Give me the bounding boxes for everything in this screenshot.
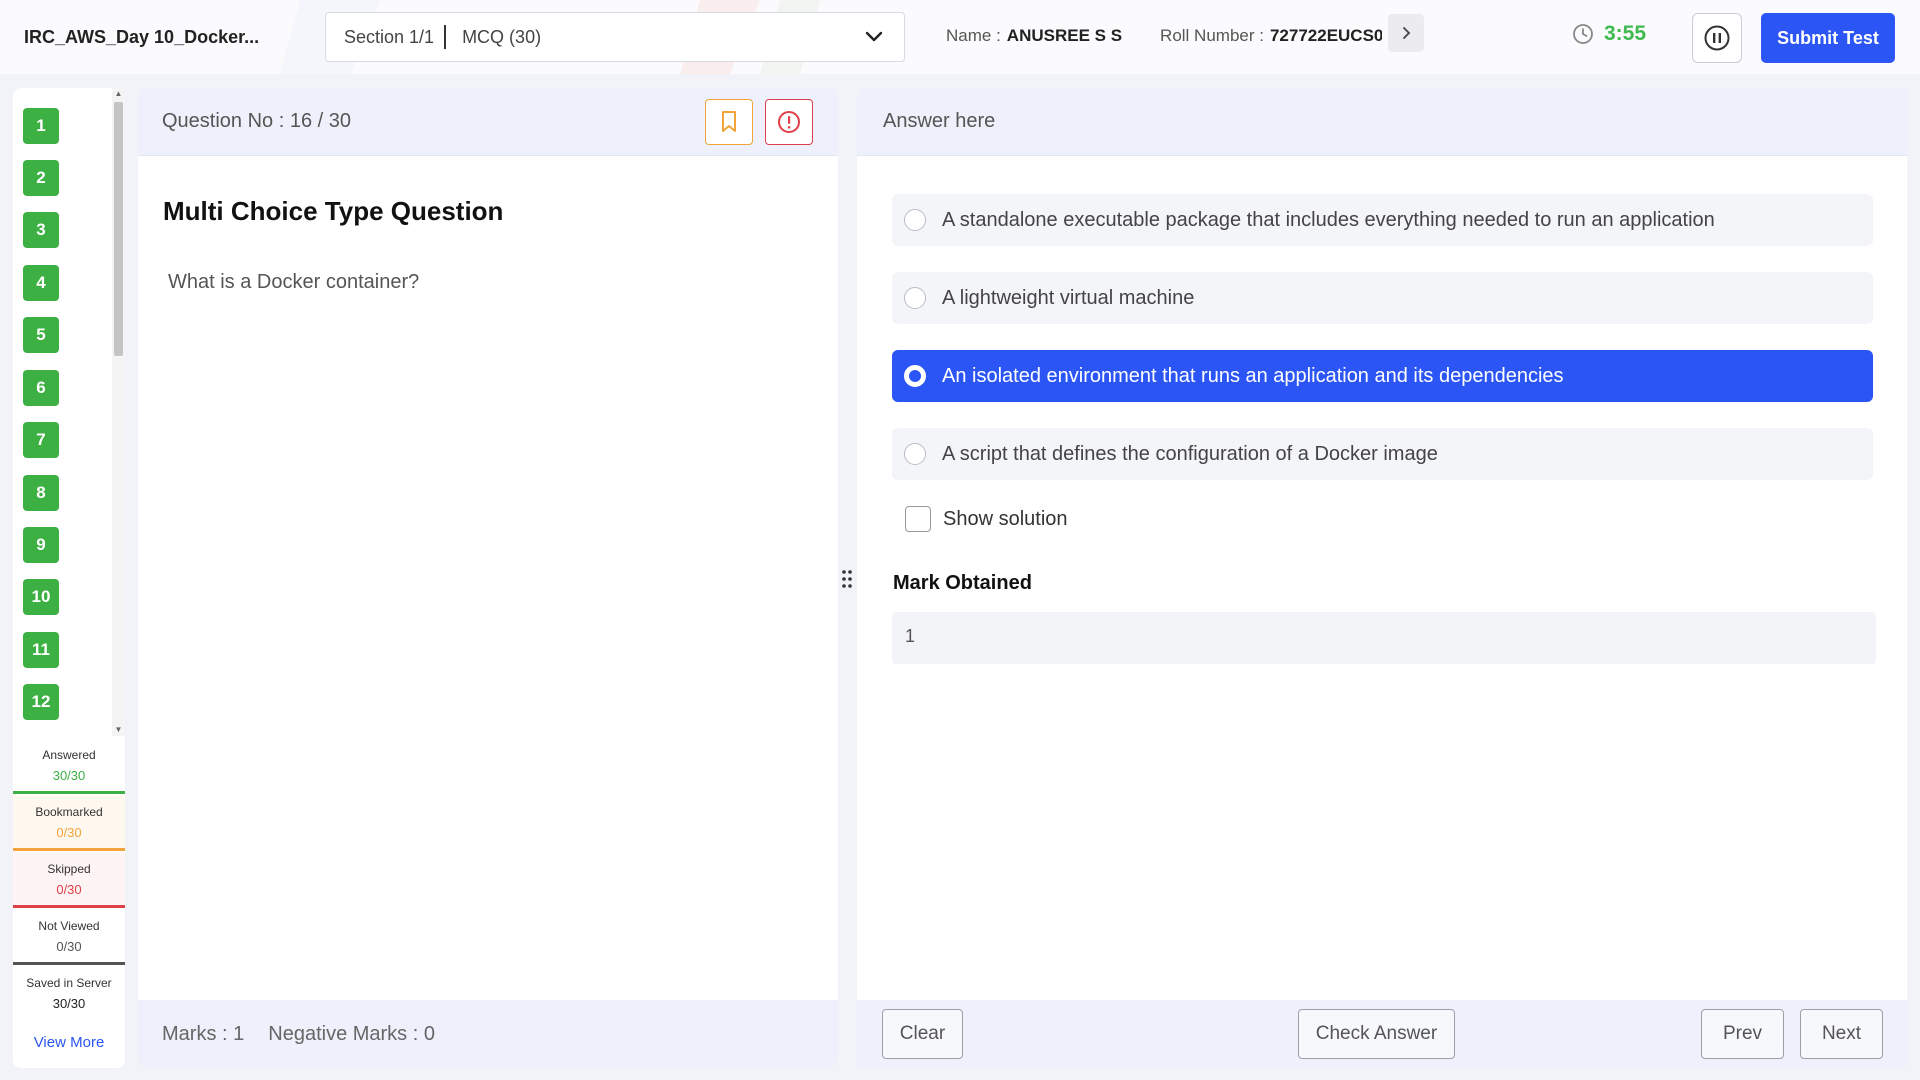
question-button-1[interactable]: 1 bbox=[23, 108, 59, 144]
stat-not-viewed: Not Viewed 0/30 bbox=[13, 909, 125, 965]
scroll-up-icon[interactable]: ▲ bbox=[114, 90, 123, 98]
question-button-5[interactable]: 5 bbox=[23, 317, 59, 353]
answer-option-1[interactable]: A standalone executable package that inc… bbox=[892, 194, 1873, 246]
question-button-7[interactable]: 7 bbox=[23, 422, 59, 458]
expand-info-button[interactable] bbox=[1388, 14, 1424, 52]
question-button-4[interactable]: 4 bbox=[23, 265, 59, 301]
stat-label: Skipped bbox=[47, 862, 91, 876]
question-button-11[interactable]: 11 bbox=[23, 632, 59, 668]
question-button-2[interactable]: 2 bbox=[23, 160, 59, 196]
submit-test-button[interactable]: Submit Test bbox=[1761, 13, 1895, 63]
question-button-9[interactable]: 9 bbox=[23, 527, 59, 563]
question-button-12[interactable]: 12 bbox=[23, 684, 59, 720]
show-solution-label: Show solution bbox=[943, 507, 1068, 530]
scroll-down-icon[interactable]: ▼ bbox=[114, 726, 123, 734]
mark-obtained-value: 1 bbox=[892, 612, 1876, 664]
question-type: Multi Choice Type Question bbox=[163, 196, 504, 226]
answer-footer: Clear Check Answer Prev Next bbox=[857, 1000, 1907, 1068]
negative-marks: Negative Marks : 0 bbox=[268, 1022, 435, 1045]
bookmark-button[interactable] bbox=[705, 99, 753, 145]
marks: Marks : 1 bbox=[162, 1022, 245, 1045]
section-separator bbox=[444, 25, 447, 49]
next-button[interactable]: Next bbox=[1800, 1009, 1883, 1059]
stat-count: 30/30 bbox=[52, 996, 86, 1011]
option-text: A lightweight virtual machine bbox=[942, 286, 1195, 309]
section-label: Section 1/1 bbox=[344, 26, 435, 47]
section-value: MCQ (30) bbox=[462, 26, 542, 47]
roll-value: 727722EUCS0 bbox=[1269, 26, 1382, 45]
radio-button-selected[interactable] bbox=[904, 365, 926, 387]
stat-saved-in-server: Saved in Server 30/30 bbox=[13, 966, 125, 1022]
stat-underline bbox=[13, 905, 125, 908]
stat-count: 30/30 bbox=[52, 768, 86, 783]
stat-bookmarked: Bookmarked 0/30 bbox=[13, 795, 125, 851]
stat-label: Bookmarked bbox=[35, 805, 103, 819]
question-text: What is a Docker container? bbox=[168, 271, 420, 293]
clear-button[interactable]: Clear bbox=[882, 1009, 963, 1059]
option-text: An isolated environment that runs an app… bbox=[942, 364, 1564, 387]
question-button-3[interactable]: 3 bbox=[23, 212, 59, 248]
answer-option-4[interactable]: A script that defines the configuration … bbox=[892, 428, 1873, 480]
show-solution-checkbox[interactable] bbox=[905, 506, 931, 532]
stat-label: Answered bbox=[42, 748, 96, 762]
bookmark-icon bbox=[722, 111, 736, 132]
test-title: IRC_AWS_Day 10_Docker... bbox=[0, 0, 290, 74]
view-more-link[interactable]: View More bbox=[13, 1034, 125, 1051]
stat-count: 0/30 bbox=[56, 882, 82, 897]
pause-button[interactable] bbox=[1692, 13, 1742, 63]
stat-answered: Answered 30/30 bbox=[13, 738, 125, 794]
show-solution-toggle[interactable]: Show solution bbox=[905, 506, 1068, 532]
report-button[interactable] bbox=[765, 99, 813, 145]
stat-label: Not Viewed bbox=[38, 919, 100, 933]
stat-skipped: Skipped 0/30 bbox=[13, 852, 125, 908]
mark-obtained-label: Mark Obtained bbox=[893, 572, 1032, 594]
stat-underline bbox=[13, 848, 125, 851]
drag-handle-icon[interactable] bbox=[840, 568, 854, 590]
answer-option-2[interactable]: A lightweight virtual machine bbox=[892, 272, 1873, 324]
chevron-right-icon bbox=[1403, 27, 1411, 39]
question-button-6[interactable]: 6 bbox=[23, 370, 59, 406]
question-panel: Question No : 16 / 30 Multi Choice Type … bbox=[138, 88, 838, 1068]
radio-button[interactable] bbox=[904, 443, 926, 465]
stat-label: Saved in Server bbox=[26, 976, 112, 990]
name-label: Name : bbox=[946, 26, 1001, 45]
answer-header-title: Answer here bbox=[883, 110, 996, 132]
radio-button[interactable] bbox=[904, 287, 926, 309]
answer-header: Answer here bbox=[857, 88, 1907, 156]
stat-underline bbox=[13, 962, 125, 965]
radio-button[interactable] bbox=[904, 209, 926, 231]
pause-icon bbox=[1704, 25, 1730, 51]
candidate-info: Name : ANUSREE S S Roll Number : 727722E… bbox=[946, 20, 1382, 52]
stat-count: 0/30 bbox=[56, 939, 82, 954]
question-button-10[interactable]: 10 bbox=[23, 579, 59, 615]
answer-panel: Answer here A standalone executable pack… bbox=[857, 88, 1907, 1068]
question-header: Question No : 16 / 30 bbox=[138, 88, 838, 156]
stat-count: 0/30 bbox=[56, 825, 82, 840]
question-list: 1 2 3 4 5 6 7 8 9 10 11 12 ▲ ▼ bbox=[13, 88, 125, 736]
section-dropdown[interactable]: Section 1/1 MCQ (30) bbox=[325, 12, 905, 62]
name-value: ANUSREE S S bbox=[1006, 26, 1123, 45]
question-button-8[interactable]: 8 bbox=[23, 475, 59, 511]
prev-button[interactable]: Prev bbox=[1701, 1009, 1784, 1059]
alert-icon bbox=[778, 111, 800, 133]
clock-icon bbox=[1573, 24, 1593, 44]
question-footer: Marks : 1 Negative Marks : 0 bbox=[138, 1000, 838, 1068]
scrollbar-thumb[interactable] bbox=[114, 102, 123, 356]
timer-value: 3:55 bbox=[1604, 22, 1647, 45]
chevron-down-icon bbox=[865, 31, 883, 42]
roll-label: Roll Number : bbox=[1160, 26, 1264, 45]
question-navigator: 1 2 3 4 5 6 7 8 9 10 11 12 ▲ ▼ Answered … bbox=[13, 88, 125, 1068]
question-number: Question No : 16 / 30 bbox=[162, 110, 352, 132]
check-answer-button[interactable]: Check Answer bbox=[1298, 1009, 1455, 1059]
timer: 3:55 bbox=[1572, 22, 1646, 46]
answer-option-3[interactable]: An isolated environment that runs an app… bbox=[892, 350, 1873, 402]
option-text: A standalone executable package that inc… bbox=[942, 208, 1715, 231]
option-text: A script that defines the configuration … bbox=[942, 442, 1438, 465]
stat-underline bbox=[13, 791, 125, 794]
